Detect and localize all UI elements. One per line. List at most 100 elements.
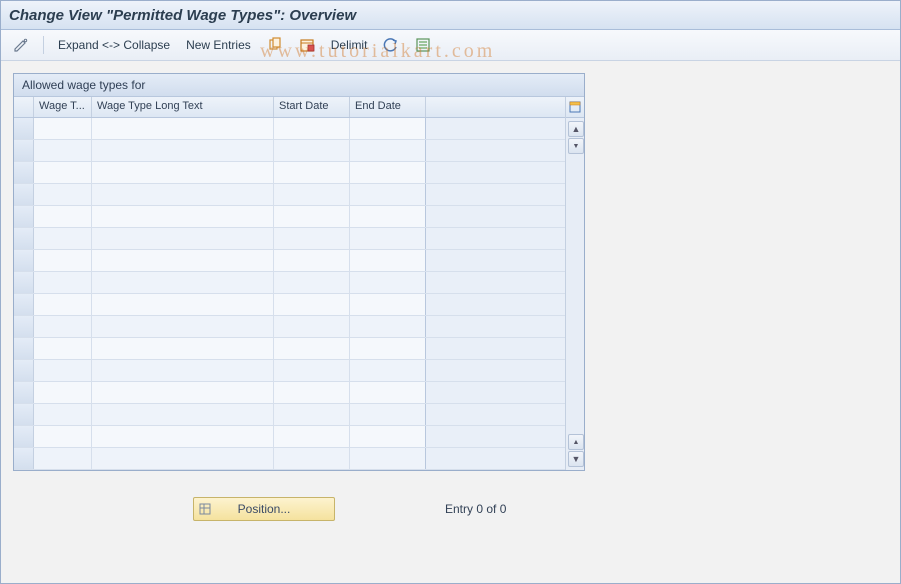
row-selector[interactable] xyxy=(14,250,34,271)
expand-collapse-button[interactable]: Expand <-> Collapse xyxy=(52,36,176,54)
column-header-wage-type[interactable]: Wage T... xyxy=(34,97,92,117)
cell[interactable] xyxy=(92,272,274,293)
cell[interactable] xyxy=(350,228,426,249)
cell[interactable] xyxy=(34,316,92,337)
row-selector[interactable] xyxy=(14,206,34,227)
position-button[interactable]: Position... xyxy=(193,497,335,521)
cell[interactable] xyxy=(34,360,92,381)
cell[interactable] xyxy=(350,448,426,469)
cell[interactable] xyxy=(350,294,426,315)
cell[interactable] xyxy=(34,404,92,425)
cell[interactable] xyxy=(92,206,274,227)
cell[interactable] xyxy=(92,294,274,315)
cell[interactable] xyxy=(274,184,350,205)
cell[interactable] xyxy=(350,250,426,271)
table-row[interactable] xyxy=(14,316,565,338)
cell[interactable] xyxy=(34,426,92,447)
cell[interactable] xyxy=(34,140,92,161)
cell[interactable] xyxy=(274,316,350,337)
cell[interactable] xyxy=(34,272,92,293)
row-selector[interactable] xyxy=(14,118,34,139)
cell[interactable] xyxy=(350,426,426,447)
cell[interactable] xyxy=(274,250,350,271)
cell[interactable] xyxy=(274,294,350,315)
row-selector[interactable] xyxy=(14,228,34,249)
scroll-track[interactable]: ▲ ▼ ▲ ▼ xyxy=(566,118,584,470)
cell[interactable] xyxy=(274,360,350,381)
table-settings-button[interactable] xyxy=(566,97,584,118)
cell[interactable] xyxy=(350,162,426,183)
cell[interactable] xyxy=(274,404,350,425)
cell[interactable] xyxy=(274,382,350,403)
cell[interactable] xyxy=(274,162,350,183)
row-selector[interactable] xyxy=(14,272,34,293)
row-selector[interactable] xyxy=(14,316,34,337)
column-header-end-date[interactable]: End Date xyxy=(350,97,426,117)
cell[interactable] xyxy=(92,360,274,381)
new-entries-button[interactable]: New Entries xyxy=(180,36,257,54)
table-row[interactable] xyxy=(14,118,565,140)
table-row[interactable] xyxy=(14,294,565,316)
table-row[interactable] xyxy=(14,404,565,426)
row-selector[interactable] xyxy=(14,184,34,205)
table-row[interactable] xyxy=(14,162,565,184)
scroll-down-button[interactable]: ▼ xyxy=(568,451,584,467)
row-selector[interactable] xyxy=(14,294,34,315)
cell[interactable] xyxy=(92,448,274,469)
cell[interactable] xyxy=(274,272,350,293)
cell[interactable] xyxy=(92,140,274,161)
cell[interactable] xyxy=(92,404,274,425)
cell[interactable] xyxy=(92,316,274,337)
cell[interactable] xyxy=(92,338,274,359)
cell[interactable] xyxy=(34,162,92,183)
cell[interactable] xyxy=(92,162,274,183)
cell[interactable] xyxy=(92,250,274,271)
table-row[interactable] xyxy=(14,184,565,206)
table-row[interactable] xyxy=(14,338,565,360)
cell[interactable] xyxy=(92,228,274,249)
cell[interactable] xyxy=(274,228,350,249)
delete-button[interactable] xyxy=(293,35,321,55)
row-selector[interactable] xyxy=(14,448,34,469)
toggle-change-button[interactable] xyxy=(7,35,35,55)
scroll-up-step-button[interactable]: ▼ xyxy=(568,138,584,154)
cell[interactable] xyxy=(350,184,426,205)
table-row[interactable] xyxy=(14,250,565,272)
cell[interactable] xyxy=(34,338,92,359)
cell[interactable] xyxy=(274,140,350,161)
cell[interactable] xyxy=(34,294,92,315)
row-selector[interactable] xyxy=(14,404,34,425)
cell[interactable] xyxy=(350,206,426,227)
cell[interactable] xyxy=(34,228,92,249)
cell[interactable] xyxy=(92,184,274,205)
cell[interactable] xyxy=(92,382,274,403)
cell[interactable] xyxy=(34,118,92,139)
cell[interactable] xyxy=(350,338,426,359)
cell[interactable] xyxy=(92,118,274,139)
table-row[interactable] xyxy=(14,448,565,470)
cell[interactable] xyxy=(350,140,426,161)
cell[interactable] xyxy=(274,206,350,227)
cell[interactable] xyxy=(34,206,92,227)
cell[interactable] xyxy=(34,250,92,271)
cell[interactable] xyxy=(34,448,92,469)
row-selector[interactable] xyxy=(14,426,34,447)
cell[interactable] xyxy=(350,404,426,425)
cell[interactable] xyxy=(92,426,274,447)
row-selector[interactable] xyxy=(14,360,34,381)
column-header-selector[interactable] xyxy=(14,97,34,117)
cell[interactable] xyxy=(350,316,426,337)
scroll-up-button[interactable]: ▲ xyxy=(568,121,584,137)
cell[interactable] xyxy=(34,382,92,403)
cell[interactable] xyxy=(350,360,426,381)
scroll-down-step-button[interactable]: ▲ xyxy=(568,434,584,450)
cell[interactable] xyxy=(274,448,350,469)
table-row[interactable] xyxy=(14,228,565,250)
row-selector[interactable] xyxy=(14,338,34,359)
cell[interactable] xyxy=(350,118,426,139)
undo-button[interactable] xyxy=(377,35,405,55)
vertical-scrollbar[interactable]: ▲ ▼ ▲ ▼ xyxy=(566,97,584,470)
cell[interactable] xyxy=(350,382,426,403)
table-row[interactable] xyxy=(14,206,565,228)
column-header-wage-type-long[interactable]: Wage Type Long Text xyxy=(92,97,274,117)
